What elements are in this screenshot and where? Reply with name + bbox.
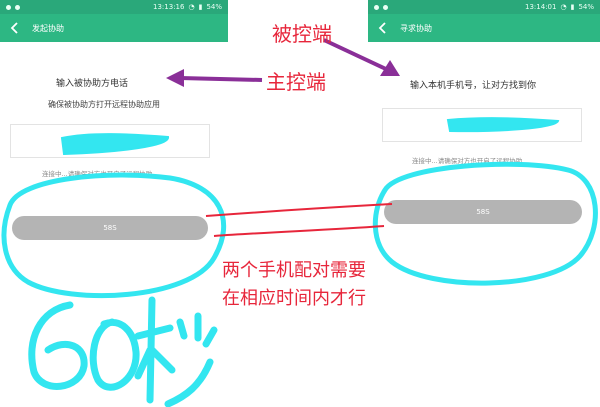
pairing-note-line1: 两个手机配对需要 [222,260,366,281]
right-status-bar: 13:14:01 ◔ ▮ 54% [368,0,600,14]
notification-icon [6,4,11,10]
master-end-label: 主控端 [266,70,326,94]
page-title: 寻求协助 [400,23,432,33]
phone-subprompt: 确保被协助方打开远程协助应用 [48,100,160,109]
connection-status: 连接中...请确保对方也开启了远程协助 [412,157,523,165]
battery-level: 54% [206,3,222,11]
notification-icon [15,4,20,10]
right-phone-screen: 13:14:01 ◔ ▮ 54% 寻求协助 输入本机手机号，让对方找到你 连接中… [368,0,600,407]
page-title: 发起协助 [32,23,64,33]
back-arrow-icon[interactable] [6,20,22,36]
signal-icon: ▮ [570,3,575,11]
connection-status: 连接中...请确保对方也开启了远程协助 [42,170,153,178]
status-time: 13:13:16 [153,3,185,11]
back-arrow-icon[interactable] [374,20,390,36]
signal-icon: ▮ [198,3,203,11]
partner-phone-input[interactable] [10,124,210,158]
notification-icon [374,4,379,10]
phone-prompt: 输入被协助方电话 [56,79,129,89]
wifi-icon: ◔ [560,3,567,11]
controlled-end-label: 被控端 [272,22,332,46]
pairing-line-top [205,203,393,217]
left-status-bar: 13:13:16 ◔ ▮ 54% [0,0,228,14]
battery-level: 54% [578,3,594,11]
status-time: 13:14:01 [525,3,557,11]
phone-prompt: 输入本机手机号，让对方找到你 [410,81,537,91]
right-app-bar: 寻求协助 [368,14,600,42]
countdown-bar[interactable]: 58S [12,216,208,240]
countdown-bar[interactable]: 58S [384,200,582,224]
pairing-note-line2: 在相应时间内才行 [222,288,366,309]
left-app-bar: 发起协助 [0,14,228,42]
wifi-icon: ◔ [188,3,195,11]
own-phone-input[interactable] [382,108,582,142]
pairing-line-bottom [213,225,385,237]
notification-icon [383,4,388,10]
left-phone-screen: 13:13:16 ◔ ▮ 54% 发起协助 输入被协助方电话 确保被协助方打开远… [0,0,228,407]
